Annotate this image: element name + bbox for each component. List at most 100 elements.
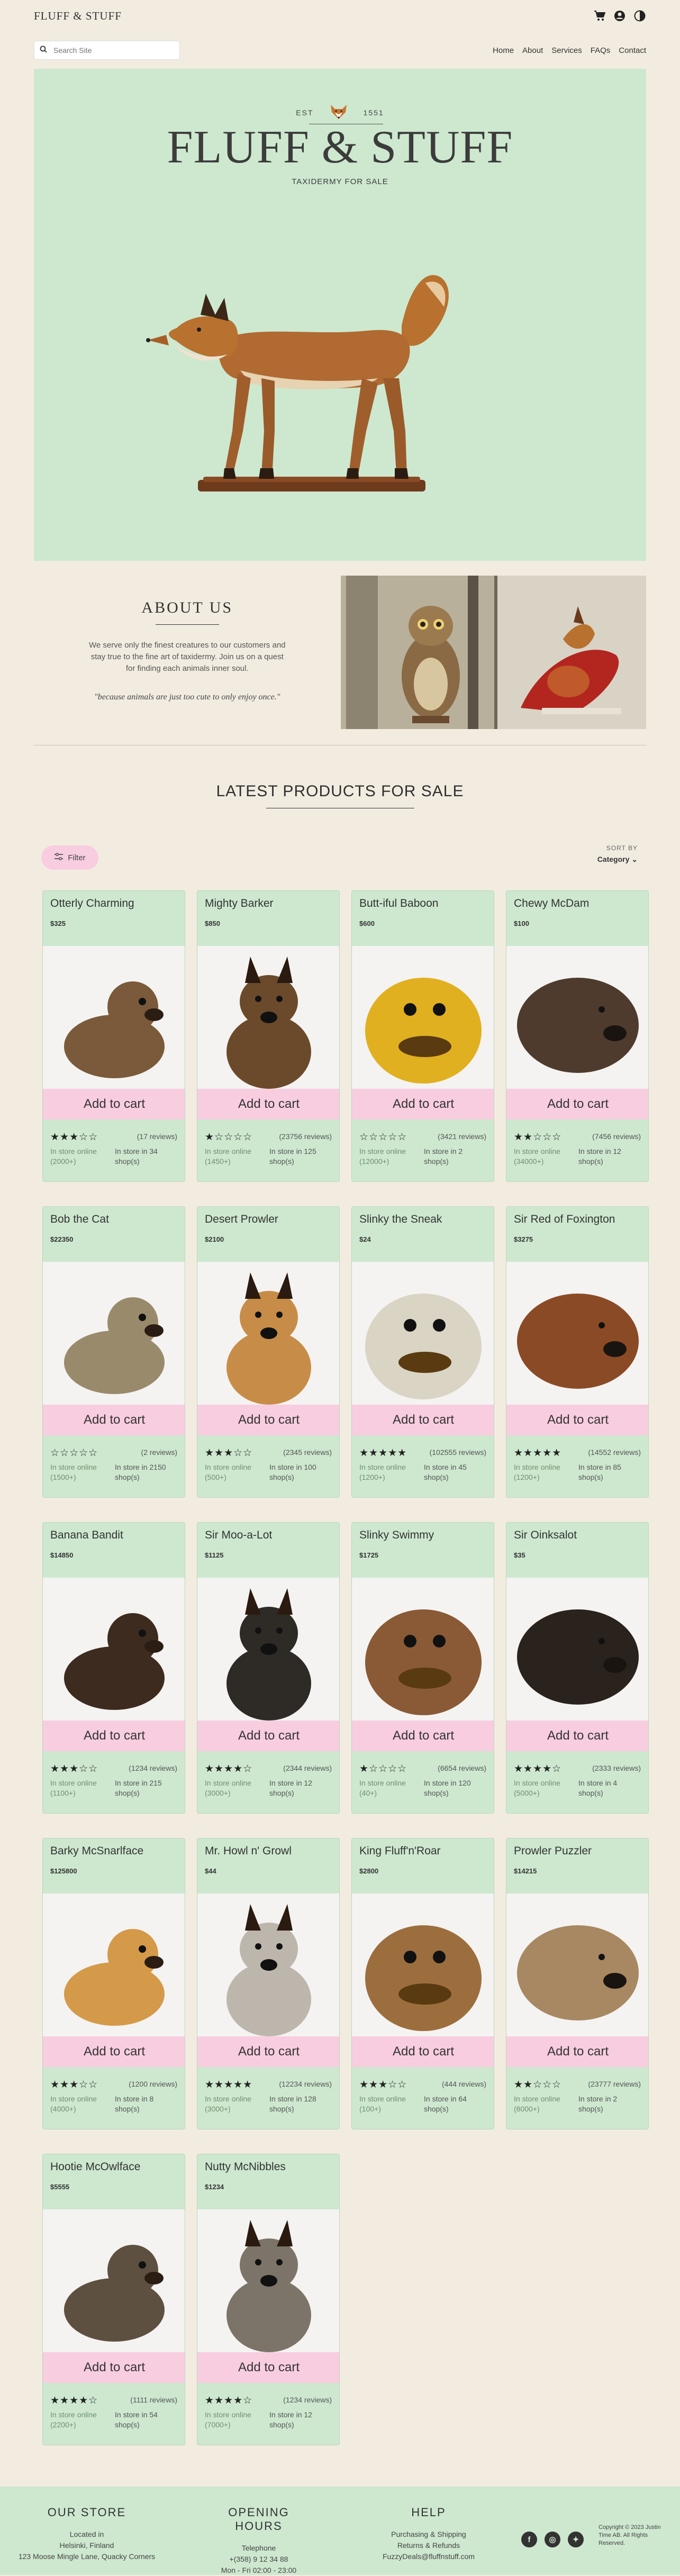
product-card[interactable]: Barky McSnarlface $125800 Add to cart ★★… <box>42 1838 185 2129</box>
review-count[interactable]: (102555 reviews) <box>430 1448 486 1457</box>
review-count[interactable]: (14552 reviews) <box>588 1448 641 1457</box>
twitter-icon[interactable]: ✦ <box>568 2532 584 2547</box>
review-count[interactable]: (1234 reviews) <box>129 1764 177 1772</box>
sort-control[interactable]: SORT BY Category ⌄ <box>597 844 638 864</box>
product-name[interactable]: Sir Moo-a-Lot <box>205 1529 272 1542</box>
product-name[interactable]: Bob the Cat <box>50 1213 109 1226</box>
instagram-icon[interactable]: ◎ <box>545 2532 560 2547</box>
add-to-cart-button[interactable]: Add to cart <box>43 1089 185 1119</box>
review-count[interactable]: (2 reviews) <box>141 1448 177 1457</box>
review-count[interactable]: (17 reviews) <box>137 1132 177 1141</box>
product-image[interactable] <box>197 946 339 1089</box>
product-name[interactable]: Butt-iful Baboon <box>359 897 438 910</box>
product-card[interactable]: Otterly Charming $325 Add to cart ★★★☆☆ … <box>42 890 185 1182</box>
product-image[interactable] <box>43 2209 185 2352</box>
add-to-cart-button[interactable]: Add to cart <box>506 2036 648 2067</box>
footer-help-purchasing-link[interactable]: Purchasing & Shipping <box>360 2529 497 2540</box>
product-name[interactable]: Mighty Barker <box>205 897 274 910</box>
product-image[interactable] <box>352 1262 494 1405</box>
product-card[interactable]: Nutty McNibbles $1234 Add to cart ★★★★☆ … <box>197 2154 340 2445</box>
product-name[interactable]: Mr. Howl n' Growl <box>205 1845 292 1858</box>
add-to-cart-button[interactable]: Add to cart <box>197 1405 339 1435</box>
add-to-cart-button[interactable]: Add to cart <box>506 1089 648 1119</box>
product-card[interactable]: Prowler Puzzler $14215 Add to cart ★★☆☆☆… <box>506 1838 649 2129</box>
add-to-cart-button[interactable]: Add to cart <box>352 2036 494 2067</box>
add-to-cart-button[interactable]: Add to cart <box>352 1405 494 1435</box>
product-card[interactable]: Bob the Cat $22350 Add to cart ☆☆☆☆☆ (2 … <box>42 1206 185 1498</box>
product-image[interactable] <box>506 1894 648 2036</box>
review-count[interactable]: (2344 reviews) <box>283 1764 332 1772</box>
product-name[interactable]: Slinky the Sneak <box>359 1213 442 1226</box>
nav-link-faqs[interactable]: FAQs <box>591 46 611 55</box>
add-to-cart-button[interactable]: Add to cart <box>43 2352 185 2383</box>
facebook-icon[interactable]: f <box>521 2532 537 2547</box>
add-to-cart-button[interactable]: Add to cart <box>352 1089 494 1119</box>
product-name[interactable]: Slinky Swimmy <box>359 1529 434 1542</box>
review-count[interactable]: (1234 reviews) <box>283 2396 332 2404</box>
product-name[interactable]: Otterly Charming <box>50 897 134 910</box>
review-count[interactable]: (23777 reviews) <box>588 2080 641 2088</box>
review-count[interactable]: (12234 reviews) <box>279 2080 332 2088</box>
product-image[interactable] <box>506 1578 648 1721</box>
add-to-cart-button[interactable]: Add to cart <box>43 1405 185 1435</box>
add-to-cart-button[interactable]: Add to cart <box>197 2036 339 2067</box>
search-box[interactable] <box>34 41 180 60</box>
product-card[interactable]: King Fluff'n'Roar $2800 Add to cart ★★★☆… <box>351 1838 494 2129</box>
product-name[interactable]: King Fluff'n'Roar <box>359 1845 441 1858</box>
product-image[interactable] <box>197 1262 339 1405</box>
product-card[interactable]: Sir Moo-a-Lot $1125 Add to cart ★★★★☆ (2… <box>197 1522 340 1814</box>
product-card[interactable]: Sir Red of Foxington $3275 Add to cart ★… <box>506 1206 649 1498</box>
product-card[interactable]: Slinky the Sneak $24 Add to cart ★★★★★ (… <box>351 1206 494 1498</box>
account-icon[interactable] <box>613 10 626 22</box>
product-image[interactable] <box>506 946 648 1089</box>
product-card[interactable]: Mighty Barker $850 Add to cart ★☆☆☆☆ (23… <box>197 890 340 1182</box>
sort-select[interactable]: Category ⌄ <box>597 855 638 864</box>
footer-help-returns-link[interactable]: Returns & Refunds <box>360 2540 497 2551</box>
product-card[interactable]: Hootie McOwlface $5555 Add to cart ★★★★☆… <box>42 2154 185 2445</box>
add-to-cart-button[interactable]: Add to cart <box>197 1721 339 1751</box>
add-to-cart-button[interactable]: Add to cart <box>43 2036 185 2067</box>
product-name[interactable]: Sir Oinksalot <box>514 1529 577 1542</box>
search-input[interactable] <box>53 46 170 54</box>
footer-help-email-link[interactable]: FuzzyDeals@fluffnstuff.com <box>360 2551 497 2562</box>
product-image[interactable] <box>197 2209 339 2352</box>
add-to-cart-button[interactable]: Add to cart <box>506 1721 648 1751</box>
add-to-cart-button[interactable]: Add to cart <box>352 1721 494 1751</box>
review-count[interactable]: (7456 reviews) <box>592 1132 641 1141</box>
review-count[interactable]: (2333 reviews) <box>592 1764 641 1772</box>
review-count[interactable]: (6654 reviews) <box>438 1764 486 1772</box>
product-name[interactable]: Chewy McDam <box>514 897 589 910</box>
review-count[interactable]: (444 reviews) <box>442 2080 486 2088</box>
cart-icon[interactable] <box>593 10 606 22</box>
review-count[interactable]: (2345 reviews) <box>283 1448 332 1457</box>
product-card[interactable]: Chewy McDam $100 Add to cart ★★☆☆☆ (7456… <box>506 890 649 1182</box>
product-card[interactable]: Slinky Swimmy $1725 Add to cart ★☆☆☆☆ (6… <box>351 1522 494 1814</box>
product-card[interactable]: Desert Prowler $2100 Add to cart ★★★☆☆ (… <box>197 1206 340 1498</box>
product-image[interactable] <box>43 1894 185 2036</box>
product-image[interactable] <box>43 946 185 1089</box>
product-card[interactable]: Mr. Howl n' Growl $44 Add to cart ★★★★★ … <box>197 1838 340 2129</box>
add-to-cart-button[interactable]: Add to cart <box>197 1089 339 1119</box>
add-to-cart-button[interactable]: Add to cart <box>197 2352 339 2383</box>
nav-link-about[interactable]: About <box>522 46 543 55</box>
review-count[interactable]: (1200 reviews) <box>129 2080 177 2088</box>
product-image[interactable] <box>43 1578 185 1721</box>
product-image[interactable] <box>197 1578 339 1721</box>
filter-button[interactable]: Filter <box>41 845 98 870</box>
product-name[interactable]: Nutty McNibbles <box>205 2161 286 2173</box>
add-to-cart-button[interactable]: Add to cart <box>43 1721 185 1751</box>
product-image[interactable] <box>43 1262 185 1405</box>
product-image[interactable] <box>197 1894 339 2036</box>
product-name[interactable]: Barky McSnarlface <box>50 1845 143 1858</box>
product-image[interactable] <box>352 946 494 1089</box>
product-name[interactable]: Desert Prowler <box>205 1213 278 1226</box>
product-image[interactable] <box>352 1578 494 1721</box>
site-logo[interactable]: FLUFF & STUFF <box>34 10 122 23</box>
product-card[interactable]: Sir Oinksalot $35 Add to cart ★★★★☆ (233… <box>506 1522 649 1814</box>
product-name[interactable]: Sir Red of Foxington <box>514 1213 615 1226</box>
theme-toggle-icon[interactable] <box>633 10 646 22</box>
nav-link-home[interactable]: Home <box>493 46 514 55</box>
product-image[interactable] <box>352 1894 494 2036</box>
product-name[interactable]: Hootie McOwlface <box>50 2161 140 2173</box>
review-count[interactable]: (3421 reviews) <box>438 1132 486 1141</box>
